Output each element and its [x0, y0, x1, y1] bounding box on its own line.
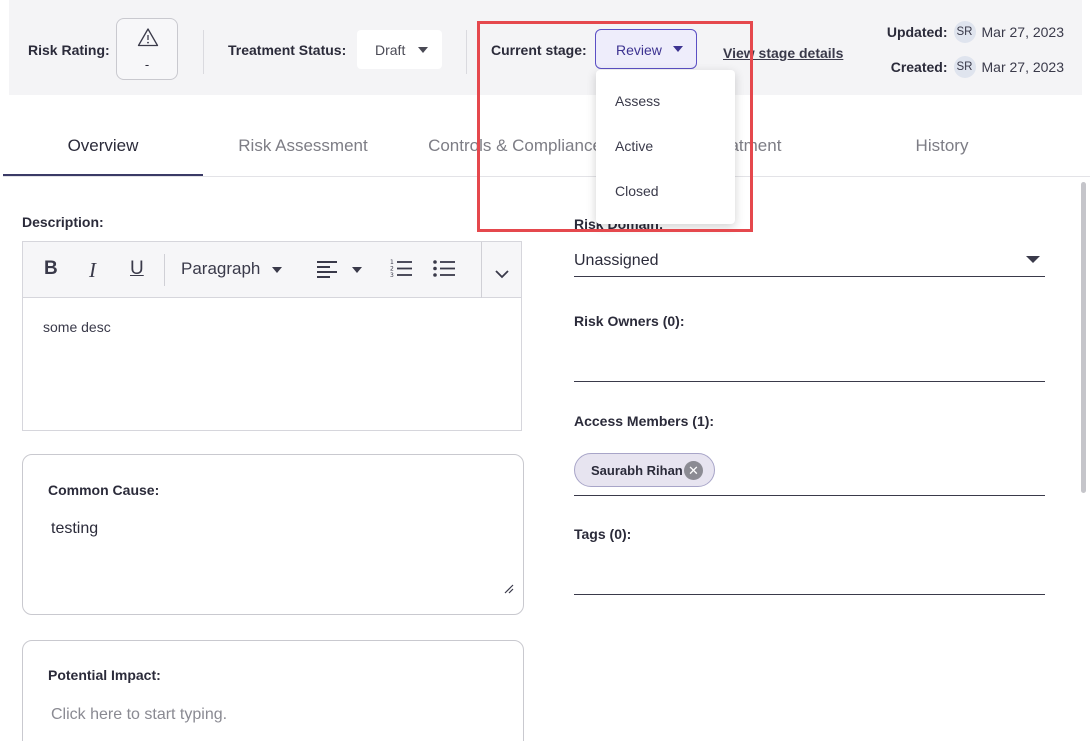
updated-meta: Updated: SR Mar 27, 2023: [887, 20, 1064, 44]
tab-history[interactable]: History: [842, 116, 1042, 176]
italic-button[interactable]: I: [89, 258, 96, 282]
align-left-icon[interactable]: [317, 260, 337, 284]
common-cause-card[interactable]: Common Cause: testing: [22, 454, 524, 615]
bold-button[interactable]: B: [44, 258, 58, 282]
resize-handle-icon[interactable]: [503, 583, 515, 595]
treatment-status-value: Draft: [375, 42, 406, 58]
access-members-input[interactable]: [574, 495, 1045, 496]
chevron-down-icon[interactable]: [495, 263, 509, 287]
tags-input[interactable]: [574, 594, 1045, 595]
paragraph-select[interactable]: Paragraph: [181, 259, 260, 283]
risk-domain-select[interactable]: Unassigned: [574, 252, 659, 270]
warning-icon: [137, 28, 159, 47]
risk-domain-underline: [574, 276, 1045, 277]
header-divider: [203, 30, 204, 74]
treatment-status-select[interactable]: Draft: [357, 30, 442, 69]
access-members-label: Access Members (1):: [574, 413, 715, 429]
annotation-highlight-box: [477, 21, 753, 232]
chevron-down-icon[interactable]: [1026, 256, 1040, 263]
bullet-list-icon[interactable]: [433, 258, 455, 282]
member-chip[interactable]: Saurabh Rihan ✕: [574, 453, 715, 487]
chevron-down-icon: [352, 267, 362, 273]
tags-label: Tags (0):: [574, 526, 632, 542]
chevron-down-icon: [418, 47, 428, 53]
description-text: some desc: [43, 319, 111, 335]
member-chip-label: Saurabh Rihan: [591, 463, 683, 478]
svg-text:3: 3: [390, 272, 394, 278]
risk-owners-input[interactable]: [574, 381, 1045, 382]
potential-impact-placeholder: Click here to start typing.: [51, 706, 228, 723]
common-cause-value: testing: [51, 520, 99, 537]
tab-risk-assessment[interactable]: Risk Assessment: [203, 116, 403, 176]
created-label: Created:: [890, 59, 948, 75]
risk-rating-value: -: [144, 57, 150, 72]
created-date: Mar 27, 2023: [981, 59, 1065, 75]
numbered-list-icon[interactable]: 123: [390, 258, 412, 282]
toolbar-divider: [481, 242, 482, 298]
risk-rating-label: Risk Rating:: [28, 42, 110, 58]
treatment-status-label: Treatment Status:: [228, 42, 347, 58]
potential-impact-card[interactable]: Potential Impact: Click here to start ty…: [22, 640, 524, 741]
potential-impact-label: Potential Impact:: [48, 667, 161, 683]
close-icon[interactable]: ✕: [684, 461, 703, 480]
underline-button[interactable]: U: [130, 258, 144, 282]
avatar: SR: [953, 56, 976, 78]
editor-toolbar: B I U Paragraph 123: [23, 242, 521, 298]
risk-owners-label: Risk Owners (0):: [574, 313, 685, 329]
avatar: SR: [953, 21, 976, 43]
toolbar-divider: [164, 254, 165, 286]
common-cause-label: Common Cause:: [48, 482, 160, 498]
updated-label: Updated:: [886, 24, 948, 40]
chevron-down-icon: [272, 267, 282, 273]
scrollbar[interactable]: [1081, 182, 1086, 493]
updated-date: Mar 27, 2023: [981, 24, 1065, 40]
created-meta: Created: SR Mar 27, 2023: [891, 55, 1064, 79]
description-label: Description:: [22, 214, 104, 230]
tab-overview[interactable]: Overview: [3, 116, 203, 176]
description-editor[interactable]: B I U Paragraph 123 some desc: [22, 241, 522, 431]
risk-rating-box[interactable]: -: [116, 18, 178, 80]
header-divider: [466, 30, 467, 74]
